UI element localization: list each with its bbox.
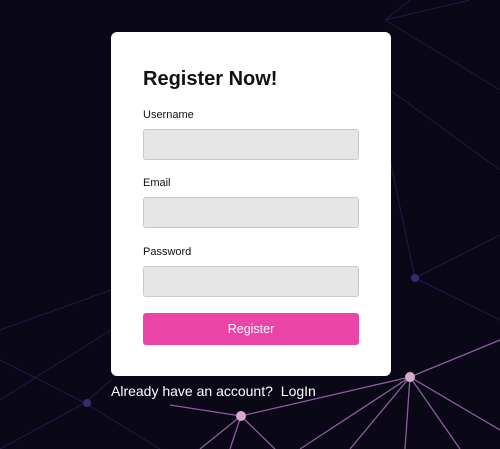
password-label: Password	[143, 246, 192, 258]
password-input[interactable]	[143, 266, 359, 297]
network-node	[236, 411, 246, 421]
network-node	[83, 399, 91, 407]
network-node	[411, 274, 419, 282]
register-button[interactable]: Register	[143, 313, 359, 345]
login-link[interactable]: LogIn	[281, 383, 316, 399]
login-prompt-text: Already have an account?	[111, 383, 273, 399]
network-node	[405, 372, 415, 382]
register-card: Register Now! Username Email Password Re…	[111, 32, 391, 376]
form-title: Register Now!	[143, 68, 278, 90]
username-label: Username	[143, 109, 194, 121]
email-label: Email	[143, 177, 171, 189]
username-input[interactable]	[143, 129, 359, 160]
login-prompt-row: Already have an account? LogIn	[111, 382, 316, 400]
email-input[interactable]	[143, 197, 359, 228]
